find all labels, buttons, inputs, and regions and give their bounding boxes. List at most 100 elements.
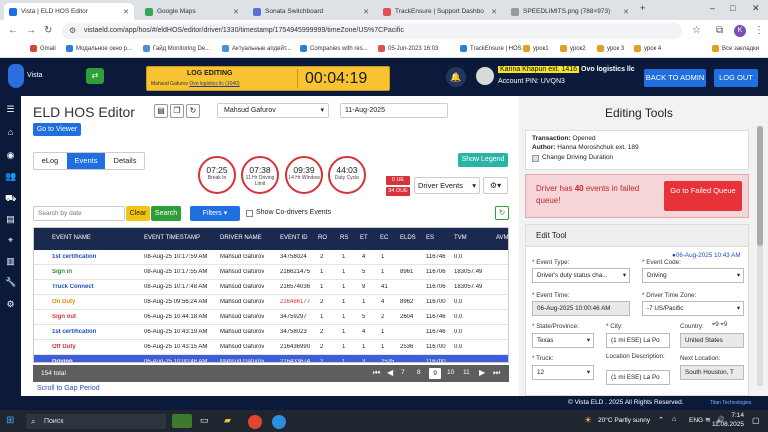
truck-status-icon[interactable]: ⇄ <box>86 68 104 84</box>
column-header[interactable]: EVENT ID <box>280 235 308 241</box>
document-icon[interactable]: ▤ <box>154 104 168 118</box>
browser-tab-vista[interactable]: Vista | ELD HOS Editor ✕ <box>4 3 134 20</box>
column-header[interactable]: DRIVER NAME <box>220 235 262 241</box>
table-row[interactable]: Sign in 08-Aug-25 10:17:55 AM Mahsud Gafur… <box>34 265 508 280</box>
close-icon[interactable]: ✕ <box>123 8 129 16</box>
browser-tab-sonata[interactable]: Sonata Switchboard ✕ <box>248 3 374 20</box>
time-zone-select[interactable]: -7 US/Pacific ▾ <box>642 301 744 316</box>
copy-icon[interactable]: ❐ <box>170 104 184 118</box>
last-page-icon[interactable]: ⏭ <box>493 368 500 378</box>
notification-center-icon[interactable]: ▢ <box>752 416 760 425</box>
close-icon[interactable]: ✕ <box>491 8 497 16</box>
truck-select[interactable]: 12 ▾ <box>532 365 594 380</box>
bookmark-item[interactable]: урок2 <box>560 45 586 52</box>
settings-gear-icon[interactable]: ⚙ <box>5 299 16 310</box>
all-bookmarks[interactable]: Все закладки <box>712 45 759 52</box>
location-pin-icon[interactable]: ⌖9 ⌖9 <box>712 322 727 329</box>
wrench-icon[interactable]: 🔧 <box>5 277 16 288</box>
column-header[interactable]: EVENT NAME <box>52 235 91 241</box>
bookmark-item[interactable]: Companies with res... <box>300 45 368 52</box>
bookmark-item[interactable]: Гайд Monitoring De... <box>143 45 210 52</box>
column-header[interactable]: RS <box>340 235 348 241</box>
log-editing-company-link[interactable]: Ovo logistics llc (1040) <box>189 81 239 87</box>
notifications-bell-icon[interactable]: 🔔 <box>446 67 466 87</box>
go-to-failed-queue-button[interactable]: Go to Failed Queue <box>664 181 742 211</box>
search-date-input[interactable]: Search by date <box>33 206 125 221</box>
reload-icon[interactable]: ↻ <box>44 25 52 36</box>
window-close-icon[interactable]: ✕ <box>752 3 760 14</box>
bookmark-item[interactable]: Gmail <box>30 45 56 52</box>
table-row[interactable]: 1st certification 06-Aug-25 10:43:19 AM Ma… <box>34 325 508 340</box>
page-number[interactable]: 7 <box>401 369 405 376</box>
show-codrivers-checkbox[interactable] <box>246 210 253 217</box>
scroll-to-gap-link[interactable]: Scroll to Gap Period <box>37 385 100 392</box>
users-icon[interactable]: 👥 <box>5 171 16 182</box>
truck-icon[interactable]: ⛟ <box>5 193 16 204</box>
back-to-admin-button[interactable]: BACK TO ADMIN <box>644 69 706 87</box>
column-header[interactable]: EVENT TIMESTAMP <box>144 235 200 241</box>
column-header[interactable]: RO <box>318 235 327 241</box>
menu-dots-icon[interactable]: ⋮ <box>754 25 764 36</box>
column-header[interactable]: ES <box>426 235 434 241</box>
page-number[interactable]: 10 <box>447 369 454 376</box>
browser-tab-speedlimits[interactable]: SPEEDLIMITS.png (788×973) ✕ <box>506 3 634 20</box>
event-time-input[interactable]: 06-Aug-2025 10:00:46 AM <box>532 301 630 316</box>
city-input[interactable]: (1 mi ESE) La Po <box>606 333 670 348</box>
taskbar-search[interactable]: ⌕ Поиск <box>26 414 166 429</box>
driver-select[interactable]: Mahsud Gafurov ▾ <box>217 103 329 118</box>
maximize-icon[interactable]: □ <box>730 3 735 13</box>
bookmark-star-icon[interactable]: ☆ <box>692 25 701 36</box>
event-settings-button[interactable]: ⚙▾ <box>483 177 508 194</box>
bookmark-item[interactable]: 05-Jun-2023 16:03 <box>378 45 438 52</box>
tray-chevron-icon[interactable]: ⌃ <box>658 416 664 424</box>
user-avatar[interactable] <box>476 67 494 85</box>
extensions-icon[interactable]: ⧉ <box>716 25 723 36</box>
minimize-icon[interactable]: – <box>710 3 715 13</box>
new-tab-icon[interactable]: + <box>640 3 645 13</box>
tab-elog[interactable]: eLog <box>34 153 66 169</box>
filters-button[interactable]: Filters ▾ <box>190 206 240 221</box>
edge-icon[interactable] <box>272 415 286 429</box>
bookmark-item[interactable]: Модальное окно р... <box>66 45 132 52</box>
taskbar-widget-icon[interactable] <box>172 414 192 428</box>
bookmark-item[interactable]: урок 3 <box>597 45 624 52</box>
browser-tab-maps[interactable]: Google Maps ✕ <box>140 3 244 20</box>
driver-events-select[interactable]: Driver Events ▾ <box>414 177 480 194</box>
chart-icon[interactable]: ▥ <box>5 256 16 267</box>
task-view-icon[interactable]: ▭ <box>200 415 209 426</box>
close-icon[interactable]: ✕ <box>623 8 629 16</box>
browser-tab-trackensure[interactable]: TrackEnsure | Support Dashbo ✕ <box>378 3 502 20</box>
clock-date[interactable]: 11.08.2025 <box>710 421 744 428</box>
column-header[interactable]: EC <box>380 235 388 241</box>
back-arrow-icon[interactable]: ← <box>8 25 18 36</box>
table-row[interactable]: Sign out 06-Aug-25 10:44:18 AM Mahsud Gafu… <box>34 310 508 325</box>
column-header[interactable]: AVM <box>496 235 508 241</box>
home-icon[interactable]: ⌂ <box>5 127 16 138</box>
column-header[interactable]: ELDS <box>400 235 416 241</box>
page-number-current[interactable]: 9 <box>429 368 441 379</box>
state-select[interactable]: Texas ▾ <box>532 333 594 348</box>
log-out-button[interactable]: LOG OUT <box>714 69 758 87</box>
page-number[interactable]: 11 <box>463 369 470 376</box>
location-icon[interactable]: ⌖ <box>5 235 16 246</box>
table-row[interactable]: On Duty 08-Aug-25 09:56:24 AM Mahsud Gafur… <box>34 295 508 310</box>
location-description-input[interactable]: (1 mi ESE) La Po <box>606 370 670 385</box>
table-row[interactable]: 1st certification 08-Aug-25 10:17:59 AM Ma… <box>34 250 508 265</box>
refresh-icon[interactable]: ↻ <box>186 104 200 118</box>
bookmark-item[interactable]: урок 4 <box>634 45 661 52</box>
first-page-icon[interactable]: ⏮ <box>373 368 380 378</box>
bookmark-item[interactable]: Актуальные апдейт... <box>222 45 291 52</box>
clear-button[interactable]: Clear <box>126 206 150 221</box>
date-input[interactable]: 11-Aug-2025 <box>340 103 448 118</box>
dashboard-icon[interactable]: ◉ <box>5 150 16 161</box>
site-info-icon[interactable]: ⚙ <box>69 23 76 39</box>
bookmark-item[interactable]: TrackEnsure | HOS <box>460 45 522 52</box>
prev-page-icon[interactable]: ◀ <box>387 368 393 377</box>
url-input[interactable]: ⚙ vistaeld.com/app/hos/#/eldHOS/editor/d… <box>62 23 682 39</box>
forward-arrow-icon[interactable]: → <box>26 25 36 36</box>
menu-hamburger-icon[interactable]: ☰ <box>5 104 16 115</box>
document-icon[interactable]: ▤ <box>5 214 16 225</box>
network-icon[interactable]: ⌂ <box>672 416 676 423</box>
table-row[interactable]: Truck Connect 08-Aug-25 10:17:48 AM Mahsud… <box>34 280 508 295</box>
event-type-select[interactable]: Driver's duty status cha... ▾ <box>532 268 630 283</box>
